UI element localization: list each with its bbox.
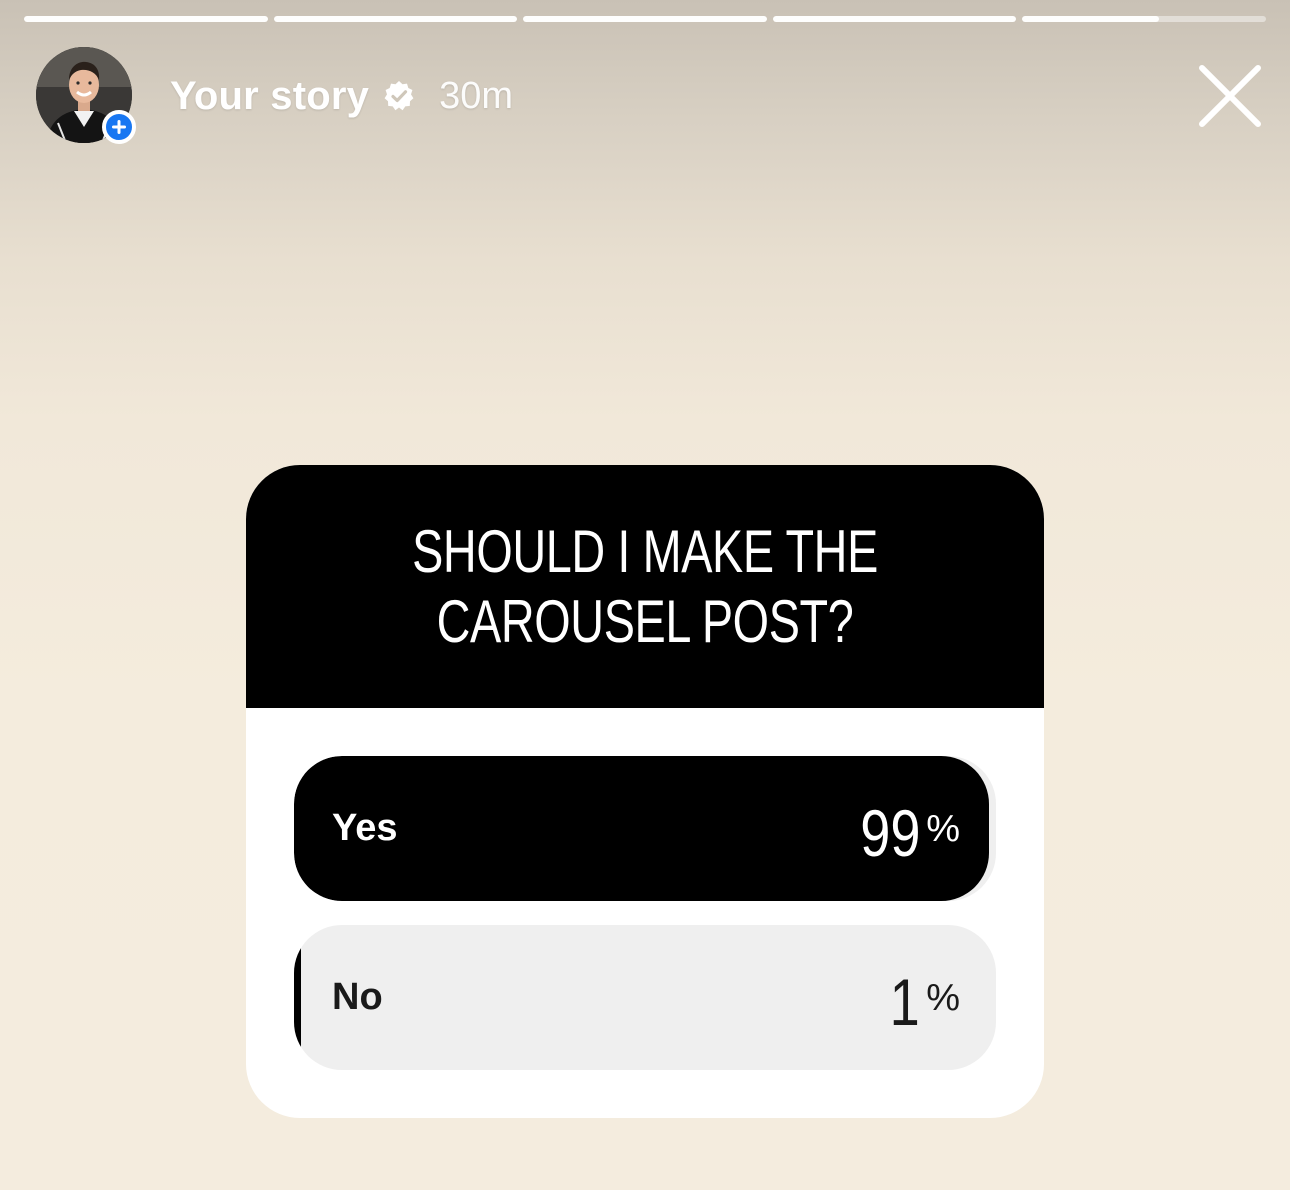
poll-header: SHOULD I MAKE THE CAROUSEL POST? bbox=[246, 465, 1044, 708]
story-timestamp: 30m bbox=[439, 74, 513, 117]
verified-badge-icon bbox=[383, 80, 415, 112]
progress-segment-fill bbox=[24, 16, 268, 22]
story-progress-bar bbox=[24, 16, 1266, 22]
poll-option-no[interactable]: No 1 % bbox=[294, 925, 996, 1070]
percent-value: 1 bbox=[890, 964, 921, 1039]
progress-segment bbox=[772, 16, 1017, 22]
poll-option-bar bbox=[294, 925, 302, 1070]
progress-segment bbox=[24, 16, 268, 22]
poll-option-yes[interactable]: Yes 99 % bbox=[294, 756, 996, 901]
close-icon bbox=[1199, 65, 1261, 127]
percent-sign: % bbox=[926, 808, 960, 850]
poll-sticker: SHOULD I MAKE THE CAROUSEL POST? Yes 99 … bbox=[246, 465, 1044, 1118]
poll-option-label: No bbox=[332, 976, 383, 1018]
percent-sign: % bbox=[926, 977, 960, 1019]
progress-segment-fill bbox=[273, 16, 518, 22]
poll-option-percent: 99 % bbox=[847, 756, 960, 901]
close-button[interactable] bbox=[1196, 62, 1264, 130]
plus-icon bbox=[112, 120, 126, 134]
poll-question: SHOULD I MAKE THE CAROUSEL POST? bbox=[412, 517, 878, 655]
progress-segment-fill bbox=[523, 16, 767, 22]
story-header: Your story 30m bbox=[170, 70, 513, 122]
progress-segment-fill bbox=[772, 16, 1017, 22]
add-story-button[interactable] bbox=[102, 110, 136, 144]
percent-value: 99 bbox=[859, 795, 921, 870]
story-title[interactable]: Your story bbox=[170, 74, 369, 119]
poll-option-label: Yes bbox=[332, 807, 398, 849]
poll-option-percent: 1 % bbox=[883, 925, 960, 1070]
progress-segment-fill bbox=[1022, 16, 1159, 22]
progress-segment bbox=[1022, 16, 1266, 22]
progress-segment bbox=[273, 16, 518, 22]
progress-segment bbox=[523, 16, 767, 22]
